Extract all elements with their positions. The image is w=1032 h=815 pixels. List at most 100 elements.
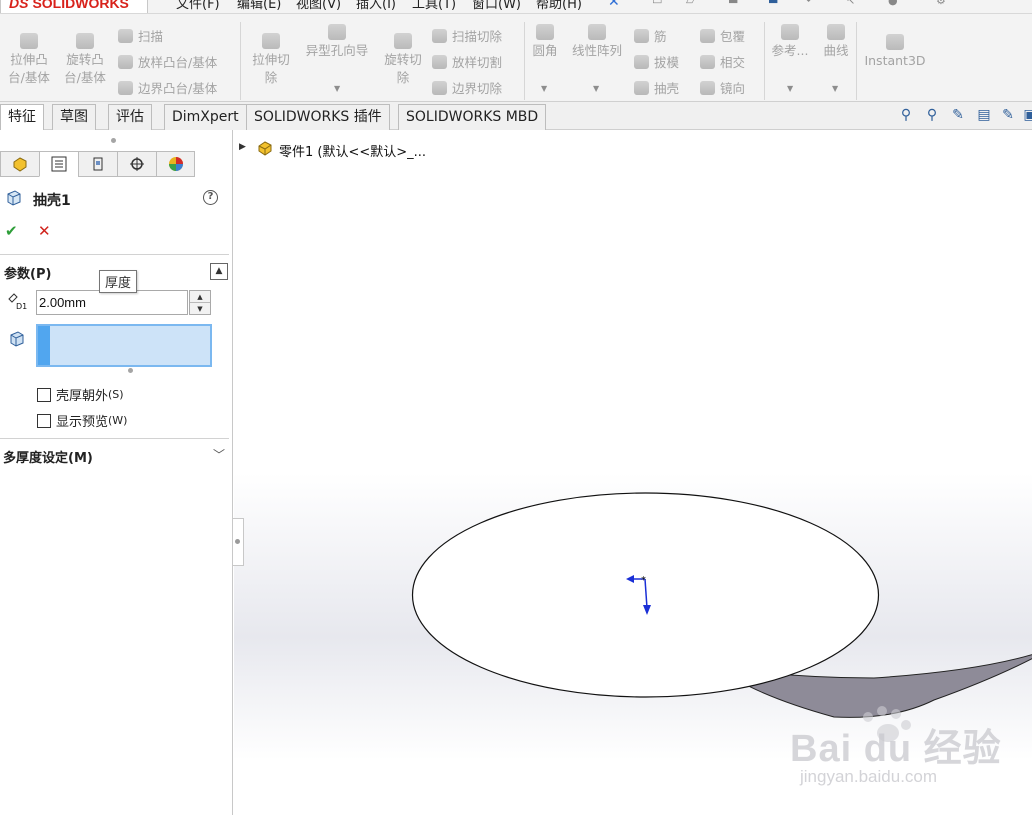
- options-gear-icon[interactable]: ⚙: [936, 0, 950, 7]
- wrap-button[interactable]: 包覆: [700, 26, 745, 45]
- undo-icon[interactable]: ↶: [806, 0, 820, 7]
- command-manager-tabs: 特征 草图 评估 DimXpert SOLIDWORKS 插件 SOLIDWOR…: [0, 102, 1032, 131]
- loft-cut-icon: [432, 54, 447, 69]
- section-divider: [0, 254, 229, 255]
- save-icon[interactable]: ▬: [728, 0, 742, 7]
- view-orientation-icon[interactable]: ✎: [998, 107, 1018, 125]
- extrude-cut-button[interactable]: 拉伸切除: [248, 33, 294, 87]
- zoom-to-area-icon[interactable]: ⚲: [922, 107, 942, 125]
- feature-tree-root[interactable]: 零件1 (默认<<默认>_...: [279, 141, 426, 160]
- hole-wizard-button[interactable]: 异型孔向导: [300, 24, 374, 60]
- draft-button[interactable]: 拔模: [634, 52, 679, 71]
- sweep-cut-button[interactable]: 扫描切除: [432, 26, 502, 45]
- cancel-button[interactable]: ✕: [38, 222, 51, 240]
- intersect-button[interactable]: 相交: [700, 52, 745, 71]
- spin-down-icon[interactable]: ▼: [190, 303, 210, 315]
- sweep-icon: [118, 28, 133, 43]
- boundary-boss-icon: [118, 80, 133, 95]
- tab-evaluate[interactable]: 评估: [108, 104, 152, 130]
- boundary-cut-label: 边界切除: [452, 81, 503, 96]
- feature-manager-tab[interactable]: [0, 151, 39, 177]
- section-view-icon[interactable]: ▤: [974, 107, 994, 125]
- tab-features[interactable]: 特征: [0, 104, 44, 131]
- menu-tools[interactable]: 工具(T): [412, 0, 456, 12]
- rebuild-icon[interactable]: ●: [888, 0, 902, 7]
- shell-outward-checkbox[interactable]: 壳厚朝外 (S): [37, 385, 124, 404]
- extrude-boss-button[interactable]: 拉伸凸台/基体: [6, 33, 52, 87]
- tab-solidworks-addins[interactable]: SOLIDWORKS 插件: [246, 104, 390, 130]
- help-icon[interactable]: ?: [203, 190, 218, 205]
- loft-boss-button[interactable]: 放样凸台/基体: [118, 52, 217, 71]
- open-document-icon[interactable]: ▱: [686, 0, 700, 7]
- panel-splitter-handle[interactable]: [233, 518, 244, 566]
- display-style-icon[interactable]: ▣: [1020, 107, 1032, 125]
- fillet-button[interactable]: 圆角: [530, 24, 560, 60]
- extrude-cut-icon: [262, 33, 280, 49]
- chevron-down-icon[interactable]: ﹀: [213, 446, 225, 463]
- solidworks-logo[interactable]: DS SOLIDWORKS: [0, 0, 148, 13]
- multi-thickness-section-title[interactable]: 多厚度设定(M): [3, 447, 93, 466]
- show-preview-box[interactable]: [37, 413, 51, 428]
- shell-button[interactable]: 抽壳: [634, 78, 679, 97]
- sweep-cut-label: 扫描切除: [452, 29, 503, 44]
- menu-file[interactable]: 文件(F): [176, 0, 220, 12]
- rib-button[interactable]: 筋: [634, 26, 667, 45]
- menu-edit[interactable]: 编辑(E): [237, 0, 281, 12]
- display-manager-tab[interactable]: [156, 151, 195, 177]
- ok-button[interactable]: ✔: [5, 222, 18, 240]
- thickness-spinner[interactable]: ▲ ▼: [189, 290, 211, 315]
- previous-view-icon[interactable]: ✎: [948, 107, 968, 125]
- panel-tabs: [0, 151, 195, 177]
- faces-to-remove-list[interactable]: [36, 324, 212, 367]
- hole-wizard-dropdown-icon[interactable]: ▼: [334, 84, 340, 93]
- collapse-section-button[interactable]: ▲: [210, 263, 228, 280]
- property-manager-tab[interactable]: [39, 151, 78, 177]
- tab-dimxpert[interactable]: DimXpert: [164, 104, 247, 130]
- list-resize-grip[interactable]: [128, 368, 133, 373]
- spin-up-icon[interactable]: ▲: [190, 291, 210, 303]
- new-document-icon[interactable]: ▭: [652, 0, 666, 7]
- linear-pattern-label: 线性阵列: [571, 43, 622, 58]
- reference-geometry-button[interactable]: 参考...: [770, 24, 810, 60]
- show-preview-checkbox[interactable]: 显示预览 (W): [37, 411, 127, 430]
- dimxpert-manager-tab[interactable]: [117, 151, 156, 177]
- parameters-section-title[interactable]: 参数(P): [4, 263, 51, 282]
- curves-dropdown-icon[interactable]: ▼: [832, 84, 838, 93]
- boundary-boss-button[interactable]: 边界凸台/基体: [118, 78, 217, 97]
- menu-insert[interactable]: 插入(I): [356, 0, 396, 12]
- shell-feature-icon: [7, 190, 21, 206]
- print-icon[interactable]: ▬: [768, 0, 782, 7]
- select-icon[interactable]: ↖: [846, 0, 860, 7]
- sweep-button[interactable]: 扫描: [118, 26, 163, 45]
- curves-button[interactable]: 曲线: [818, 24, 854, 60]
- tree-expand-icon[interactable]: ▶: [239, 142, 246, 152]
- revolve-cut-button[interactable]: 旋转切除: [380, 33, 426, 87]
- shell-outward-label: 壳厚朝外: [56, 389, 109, 404]
- panel-grip[interactable]: [111, 138, 116, 143]
- tab-sketch[interactable]: 草图: [52, 104, 96, 130]
- tab-solidworks-mbd[interactable]: SOLIDWORKS MBD: [398, 104, 547, 130]
- menu-view[interactable]: 视图(V): [296, 0, 341, 12]
- zoom-to-fit-icon[interactable]: ⚲: [896, 107, 916, 125]
- revolve-boss-button[interactable]: 旋转凸台/基体: [62, 33, 108, 87]
- pin-menu-icon[interactable]: ✕: [608, 0, 620, 10]
- shell-outward-box[interactable]: [37, 387, 51, 402]
- linear-pattern-dropdown-icon[interactable]: ▼: [593, 84, 599, 93]
- mirror-icon: [700, 80, 715, 95]
- mirror-label: 镜向: [720, 81, 746, 96]
- reference-dropdown-icon[interactable]: ▼: [787, 84, 793, 93]
- rib-label: 筋: [654, 29, 667, 44]
- mirror-button[interactable]: 镜向: [700, 78, 745, 97]
- fillet-dropdown-icon[interactable]: ▼: [541, 84, 547, 93]
- thickness-input[interactable]: [36, 290, 188, 315]
- loft-cut-button[interactable]: 放样切割: [432, 52, 502, 71]
- boundary-cut-button[interactable]: 边界切除: [432, 78, 502, 97]
- boundary-cut-icon: [432, 80, 447, 95]
- instant3d-button[interactable]: Instant3D: [862, 34, 928, 70]
- menu-window[interactable]: 窗口(W): [472, 0, 521, 12]
- curves-icon: [827, 24, 845, 40]
- configuration-manager-tab[interactable]: [78, 151, 117, 177]
- menu-help[interactable]: 帮助(H): [536, 0, 582, 12]
- thickness-icon-label: D1: [16, 302, 27, 311]
- linear-pattern-button[interactable]: 线性阵列: [566, 24, 628, 60]
